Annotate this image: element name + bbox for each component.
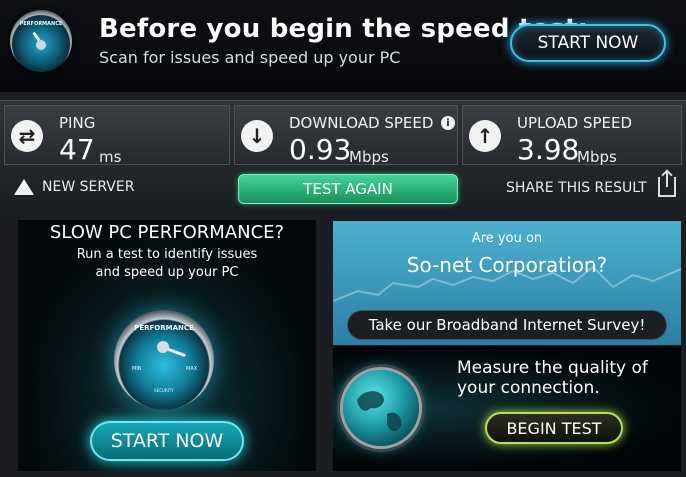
broadband-survey-ad[interactable]: Are you on So-net Corporation? Take our … <box>333 221 681 345</box>
gauge-min-label: MIN <box>132 366 142 372</box>
upload-metric: ↑ UPLOAD SPEED 3.98 Mbps <box>462 105 682 166</box>
measure-line2: your connection. <box>457 378 600 398</box>
ad-text-line1: Run a test to identify issues <box>76 247 258 262</box>
info-icon[interactable]: i <box>441 116 455 130</box>
top-banner: PERFORMANCE Before you begin the speed t… <box>0 0 686 92</box>
gauge-label: PERFORMANCE <box>19 21 63 27</box>
share-icon[interactable] <box>658 171 676 197</box>
begin-test-button[interactable]: BEGIN TEST <box>485 412 623 444</box>
ping-swap-icon: ⇄ <box>11 120 43 152</box>
measure-line1: Measure the quality of <box>457 358 648 378</box>
ping-metric: ⇄ PING 47 ms <box>4 105 230 166</box>
ping-value: 47 <box>59 133 95 166</box>
upload-arrow-icon: ↑ <box>469 120 501 152</box>
upload-label: UPLOAD SPEED <box>517 114 633 132</box>
survey-company: So-net Corporation? <box>406 253 608 277</box>
measure-text: Measure the quality of your connection. <box>457 358 648 398</box>
download-unit: Mbps <box>349 148 389 166</box>
performance-gauge-icon: PERFORMANCE <box>10 10 72 72</box>
gauge-hub <box>36 40 46 50</box>
survey-question: Are you on <box>471 231 543 246</box>
gauge-top-label: PERFORMANCE <box>134 324 194 332</box>
location-triangle-icon <box>14 179 34 195</box>
new-server-label: NEW SERVER <box>42 179 135 195</box>
slow-pc-ad: SLOW PC PERFORMANCE? Run a test to ident… <box>18 220 316 471</box>
start-now-ad-button[interactable]: START NOW <box>90 421 244 461</box>
new-server-button[interactable]: NEW SERVER <box>14 179 134 195</box>
globe-continents-icon <box>357 391 402 432</box>
gauge-hub <box>157 341 169 353</box>
upload-value: 3.98 <box>517 133 580 166</box>
ping-label: PING <box>59 114 96 132</box>
measure-quality-ad: Measure the quality of your connection. … <box>333 346 681 471</box>
upload-unit: Mbps <box>577 148 617 166</box>
performance-gauge-icon: PERFORMANCE MIN MAX SECURITY <box>114 310 214 410</box>
take-survey-button[interactable]: Take our Broadband Internet Survey! <box>347 310 667 340</box>
ad-title: SLOW PC PERFORMANCE? <box>49 222 285 243</box>
results-panel: ⇄ PING 47 ms ↓ DOWNLOAD SPEED i 0.93 Mbp… <box>0 100 686 213</box>
download-value: 0.93 <box>289 133 352 166</box>
ad-text-line2: and speed up your PC <box>95 265 239 280</box>
ping-unit: ms <box>99 148 122 166</box>
globe-sphere <box>343 370 419 446</box>
banner-subtitle: Scan for issues and speed up your PC <box>99 48 401 67</box>
gauge-bottom-label: SECURITY <box>154 388 174 393</box>
start-now-button[interactable]: START NOW <box>510 24 666 62</box>
gauge-max-label: MAX <box>186 366 198 372</box>
download-metric: ↓ DOWNLOAD SPEED i 0.93 Mbps <box>234 105 458 166</box>
ad-text: Run a test to identify issues and speed … <box>18 246 316 282</box>
download-arrow-icon: ↓ <box>241 120 273 152</box>
action-bar: NEW SERVER TEST AGAIN SHARE THIS RESULT <box>0 171 686 209</box>
test-again-button[interactable]: TEST AGAIN <box>238 174 458 204</box>
share-result-link[interactable]: SHARE THIS RESULT <box>506 180 647 196</box>
download-label: DOWNLOAD SPEED <box>289 114 434 132</box>
globe-icon <box>343 356 419 460</box>
